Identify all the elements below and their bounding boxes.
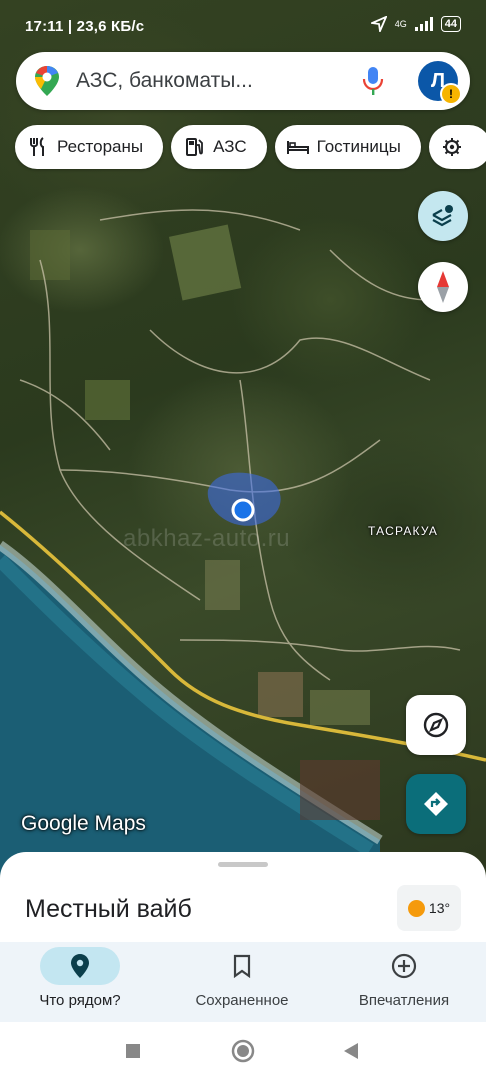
sun-icon (407, 899, 425, 917)
compass-icon (437, 271, 449, 303)
directions-icon (424, 792, 448, 816)
status-bar: 17:11 | 23,6 КБ/с 4G 44 (0, 0, 486, 52)
location-arrow-icon (370, 16, 387, 32)
my-location-dot (231, 498, 255, 522)
place-label[interactable]: ТАСРАКУА (368, 524, 438, 538)
chip-gas-stations[interactable]: АЗС (171, 125, 267, 169)
microphone-icon[interactable] (362, 66, 384, 96)
search-input[interactable]: АЗС, банкоматы... (76, 69, 253, 93)
nav-label: Впечатления (358, 992, 450, 1009)
bed-icon (286, 136, 309, 158)
battery-indicator: 44 (440, 16, 461, 32)
plus-circle-icon (391, 953, 417, 979)
map-pin-icon (71, 954, 89, 978)
category-chips: Рестораны АЗС Гостиницы (15, 125, 486, 169)
compass-button[interactable] (418, 262, 468, 312)
status-icons: 4G 44 (370, 16, 461, 32)
nav-saved[interactable]: Сохраненное (162, 942, 322, 1022)
nav-contribute[interactable]: Впечатления (324, 942, 484, 1022)
fork-knife-icon (27, 136, 49, 158)
chip-label: Гостиницы (316, 137, 401, 156)
temperature: 13° (428, 900, 451, 916)
network-label: 4G (394, 18, 407, 29)
gas-station-icon (183, 136, 205, 158)
recents-square-icon[interactable] (125, 1043, 141, 1059)
layers-button[interactable] (418, 191, 468, 241)
search-bar[interactable]: АЗС, банкоматы... Л ! (16, 52, 470, 110)
bottom-navigation: Что рядом? Сохраненное Впечатления (0, 942, 486, 1022)
status-time: 17:11 | 23,6 КБ/с (25, 18, 145, 35)
avatar[interactable]: Л ! (418, 61, 462, 105)
chip-hotels[interactable]: Гостиницы (274, 125, 421, 169)
nav-explore[interactable]: Что рядом? (0, 942, 160, 1022)
nav-label: Сохраненное (195, 992, 289, 1009)
nav-icon-container (40, 947, 120, 985)
google-maps-pin-icon (35, 66, 59, 96)
system-navigation-bar (0, 1022, 486, 1080)
navigation-compass-icon (423, 712, 449, 738)
home-circle-icon[interactable] (231, 1039, 255, 1063)
chip-label: Рестораны (57, 137, 144, 156)
nav-icon-container (202, 947, 282, 985)
directions-button[interactable] (406, 774, 466, 834)
nav-label: Что рядом? (39, 992, 121, 1009)
signal-icon (414, 17, 433, 31)
sheet-title: Местный вайб (25, 895, 192, 923)
bookmark-icon (233, 954, 251, 978)
nav-icon-container (364, 947, 444, 985)
weather-chip[interactable]: 13° (397, 885, 461, 931)
chip-more[interactable] (428, 125, 486, 169)
chip-label: АЗС (213, 137, 247, 156)
my-location-button[interactable] (406, 695, 466, 755)
gear-icon (441, 136, 463, 158)
sheet-drag-handle[interactable] (218, 862, 268, 867)
google-maps-logo: Google Maps (21, 812, 146, 835)
chip-restaurants[interactable]: Рестораны (15, 125, 164, 169)
watermark: abkhaz-auto.ru (123, 525, 291, 552)
layers-icon (432, 205, 453, 227)
warning-badge-icon: ! (440, 83, 462, 105)
back-triangle-icon[interactable] (343, 1042, 359, 1060)
